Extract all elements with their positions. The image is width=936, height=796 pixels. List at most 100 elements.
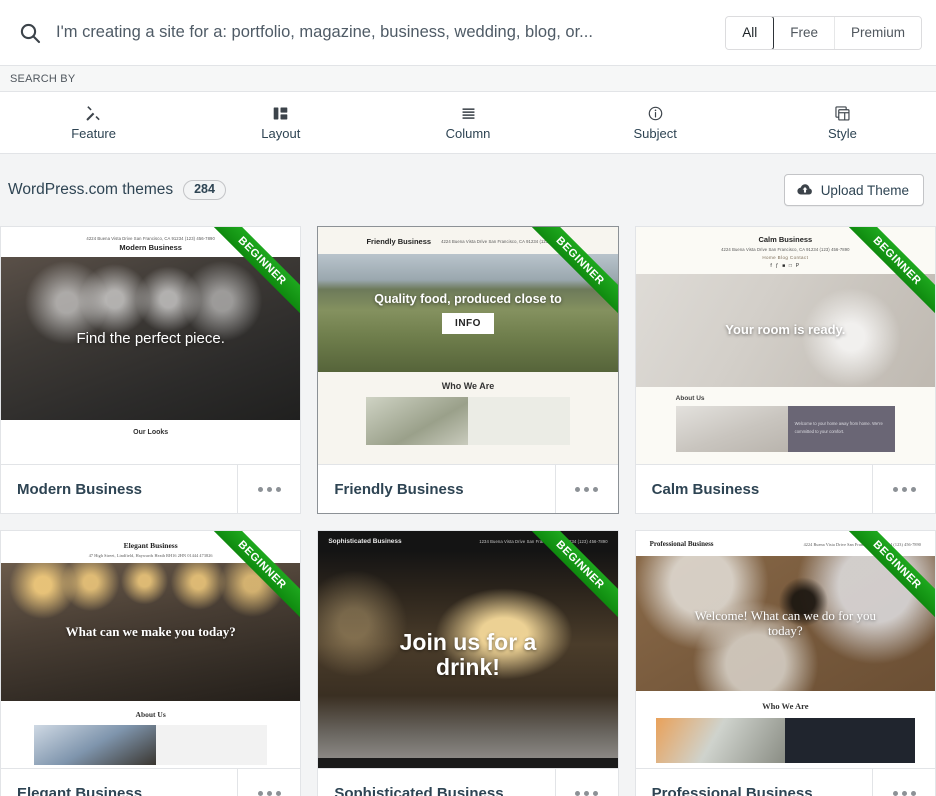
preview-image-block <box>675 406 788 452</box>
preview-image-block <box>366 397 468 445</box>
search-by-label: SEARCH BY <box>0 66 936 92</box>
taxonomy-item-layout[interactable]: Layout <box>187 92 374 153</box>
page-title: WordPress.com themes <box>8 181 174 198</box>
dot <box>275 790 281 796</box>
layout-blocks-icon <box>272 104 289 122</box>
theme-more-options-button[interactable] <box>237 465 300 513</box>
preview-site-title: Calm Business <box>758 235 813 244</box>
theme-card-modern-business[interactable]: 4224 Buena Vista Drive San Francisco, CA… <box>0 226 302 514</box>
preview-section-title: About Us <box>135 710 166 719</box>
theme-thumbnail[interactable]: Sophisticated Business 1234 Buena Vista … <box>318 531 618 768</box>
dot <box>275 486 281 492</box>
theme-thumbnail[interactable]: 4224 Buena Vista Drive San Francisco, CA… <box>1 227 301 464</box>
taxonomy-item-style[interactable]: Style <box>749 92 936 153</box>
dot <box>266 486 272 492</box>
upload-theme-button[interactable]: Upload Theme <box>783 174 924 206</box>
theme-thumbnail[interactable]: Professional Business 4224 Buena Vista D… <box>635 531 935 768</box>
filter-premium-button[interactable]: Premium <box>834 16 921 49</box>
preview-address: 47 High Street, Lindfield, Haywards Heat… <box>88 553 213 558</box>
dot <box>575 790 581 796</box>
theme-name: Sophisticated Business <box>334 784 504 796</box>
taxonomy-label: Style <box>827 126 857 141</box>
taxonomy-label: Layout <box>261 126 301 141</box>
preview-address: 4224 Buena Vista Drive San Francisco, CA… <box>721 247 850 252</box>
preview-body-text: Welcome to your home away from home. We'… <box>787 406 895 452</box>
preview-section-title: About Us <box>675 395 705 402</box>
horizontal-lines-icon <box>460 104 477 122</box>
theme-count-badge: 284 <box>183 179 226 201</box>
taxonomy-item-feature[interactable]: Feature <box>0 92 187 153</box>
taxonomy-item-column[interactable]: Column <box>374 92 561 153</box>
dot <box>584 790 590 796</box>
theme-grid: 4224 Buena Vista Drive San Francisco, CA… <box>0 226 936 796</box>
preview-site-title: Elegant Business <box>123 541 178 550</box>
theme-card-friendly-business[interactable]: Friendly Business 4224 Buena Vista Drive… <box>317 226 619 514</box>
preview-text-block <box>156 725 268 765</box>
preview-image-block <box>655 718 786 763</box>
filter-all-button[interactable]: All <box>726 16 775 49</box>
taxonomy-bar: Feature Layout Column Subject Style <box>0 92 936 154</box>
theme-name: Elegant Business <box>17 784 143 796</box>
dot <box>257 486 263 492</box>
theme-name: Calm Business <box>651 480 760 498</box>
theme-thumbnail[interactable]: Calm Business 4224 Buena Vista Drive San… <box>635 227 935 464</box>
preview-hero-text: Join us for a drink! <box>399 629 537 680</box>
filter-free-button[interactable]: Free <box>774 16 835 49</box>
theme-more-options-button[interactable] <box>554 769 618 796</box>
theme-more-options-button[interactable] <box>554 465 618 513</box>
dot <box>593 486 599 492</box>
dot <box>910 486 916 492</box>
preview-hero-text: What can we make you today? <box>65 623 236 639</box>
tools-icon <box>85 104 102 122</box>
preview-dark-block <box>785 718 915 763</box>
preview-hero-text: Your room is ready. <box>725 322 846 338</box>
theme-thumbnail[interactable]: Friendly Business 4224 Buena Vista Drive… <box>318 227 618 464</box>
preview-site-title: Friendly Business <box>366 237 432 246</box>
preview-address: 4224 Buena Vista Drive San Francisco, CA… <box>803 541 921 547</box>
preview-section-title: Who We Are <box>441 381 495 391</box>
theme-card-footer: Calm Business <box>635 464 935 513</box>
preview-image-block <box>34 725 157 765</box>
dot <box>910 790 916 796</box>
style-panel-icon <box>834 104 851 122</box>
taxonomy-label: Feature <box>71 126 116 141</box>
theme-card-footer: Elegant Business <box>1 768 301 796</box>
preview-site-title: Professional Business <box>649 540 714 548</box>
theme-more-options-button[interactable] <box>872 769 935 796</box>
theme-name: Friendly Business <box>334 480 464 498</box>
dot <box>257 790 263 796</box>
preview-text-block <box>468 397 570 445</box>
dot <box>584 486 590 492</box>
preview-hero-text: Welcome! What can we do for you today? <box>694 607 877 638</box>
theme-card-footer: Modern Business <box>1 464 301 513</box>
theme-name: Modern Business <box>17 480 143 498</box>
preview-address: 4224 Buena Vista Drive San Francisco, CA… <box>86 236 215 241</box>
search-bar: All Free Premium <box>0 0 936 66</box>
theme-name: Professional Business <box>651 784 813 796</box>
theme-card-sophisticated-business[interactable]: Sophisticated Business 1234 Buena Vista … <box>317 530 619 796</box>
theme-card-elegant-business[interactable]: Elegant Business 47 High Street, Lindfie… <box>0 530 302 796</box>
taxonomy-label: Column <box>445 126 491 141</box>
theme-more-options-button[interactable] <box>872 465 935 513</box>
taxonomy-item-subject[interactable]: Subject <box>562 92 749 153</box>
search-icon <box>18 21 42 45</box>
preview-hero-text: Find the perfect piece. <box>76 329 225 347</box>
dot <box>901 486 907 492</box>
dot <box>575 486 581 492</box>
preview-section-title: Who We Are <box>762 701 809 711</box>
theme-card-footer: Sophisticated Business <box>318 768 618 796</box>
theme-more-options-button[interactable] <box>237 769 300 796</box>
theme-card-professional-business[interactable]: Professional Business 4224 Buena Vista D… <box>634 530 936 796</box>
preview-address: 4224 Buena Vista Drive San Francisco, CA… <box>441 239 570 244</box>
dot <box>892 486 898 492</box>
theme-thumbnail[interactable]: Elegant Business 47 High Street, Lindfie… <box>1 531 301 768</box>
dot <box>901 790 907 796</box>
theme-card-calm-business[interactable]: Calm Business 4224 Buena Vista Drive San… <box>634 226 936 514</box>
themes-header: WordPress.com themes 284 Upload Theme <box>0 154 936 226</box>
preview-section-title: Our Looks <box>133 429 169 436</box>
price-filter-group: All Free Premium <box>725 15 922 50</box>
search-input[interactable] <box>56 23 726 42</box>
cloud-upload-icon <box>797 182 813 198</box>
dot <box>892 790 898 796</box>
theme-card-footer: Friendly Business <box>318 464 618 513</box>
